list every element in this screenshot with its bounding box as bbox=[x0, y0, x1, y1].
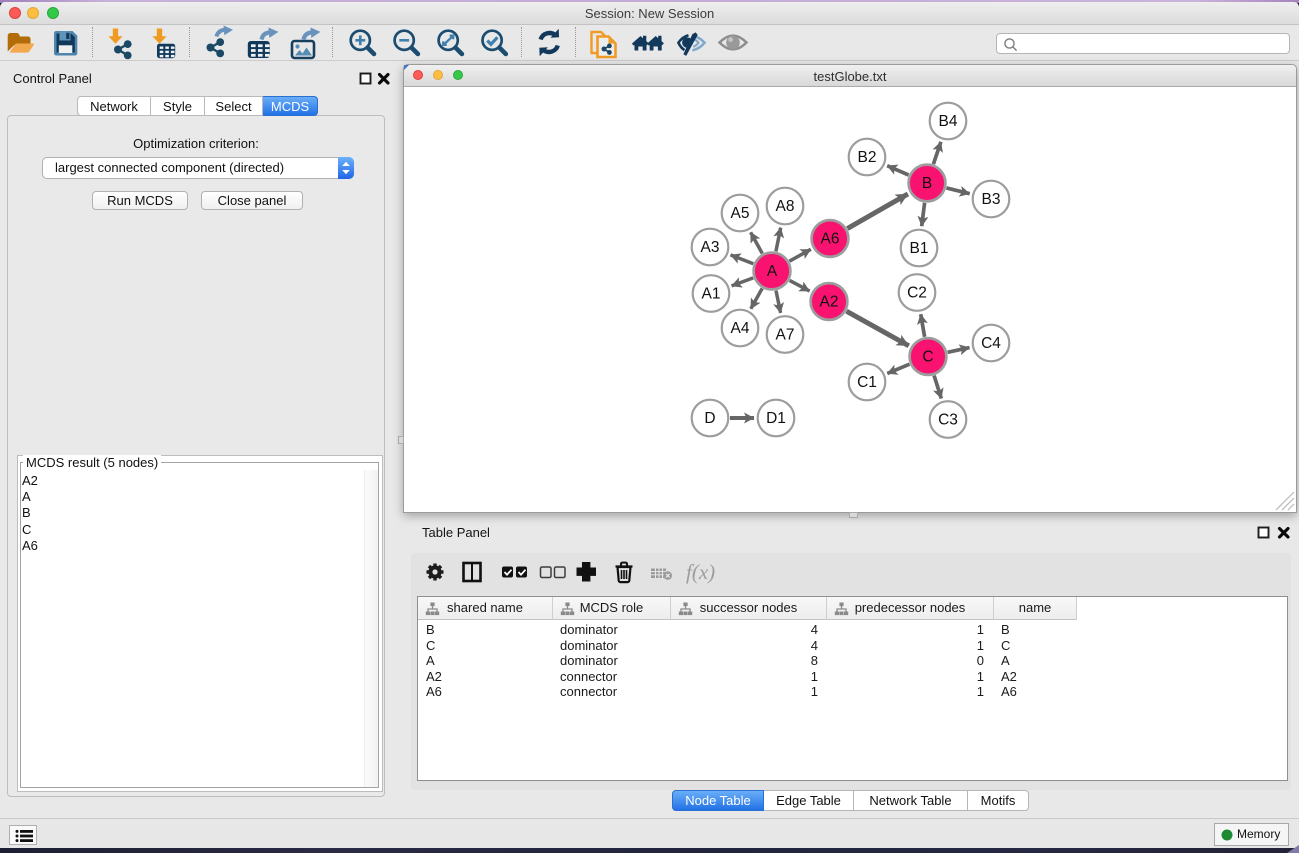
svg-text:C3: C3 bbox=[938, 412, 958, 429]
svg-text:f(x): f(x) bbox=[686, 560, 715, 584]
svg-text:A7: A7 bbox=[776, 327, 795, 344]
svg-text:C2: C2 bbox=[907, 285, 927, 302]
svg-text:B1: B1 bbox=[910, 240, 929, 257]
svg-text:A1: A1 bbox=[702, 286, 721, 303]
svg-text:B: B bbox=[922, 175, 932, 192]
svg-text:C: C bbox=[922, 349, 933, 366]
svg-text:A5: A5 bbox=[731, 205, 750, 222]
svg-text:A2: A2 bbox=[820, 294, 839, 311]
svg-text:A4: A4 bbox=[731, 320, 750, 337]
svg-text:D: D bbox=[704, 410, 715, 427]
svg-text:D1: D1 bbox=[766, 410, 786, 427]
svg-text:A8: A8 bbox=[776, 198, 795, 215]
svg-text:B4: B4 bbox=[939, 113, 958, 130]
svg-text:C4: C4 bbox=[981, 335, 1001, 352]
svg-text:B2: B2 bbox=[858, 149, 877, 166]
svg-text:A: A bbox=[767, 263, 778, 280]
svg-text:B3: B3 bbox=[982, 191, 1001, 208]
svg-text:A6: A6 bbox=[821, 231, 840, 248]
svg-text:A3: A3 bbox=[701, 239, 720, 256]
svg-text:C1: C1 bbox=[857, 374, 877, 391]
